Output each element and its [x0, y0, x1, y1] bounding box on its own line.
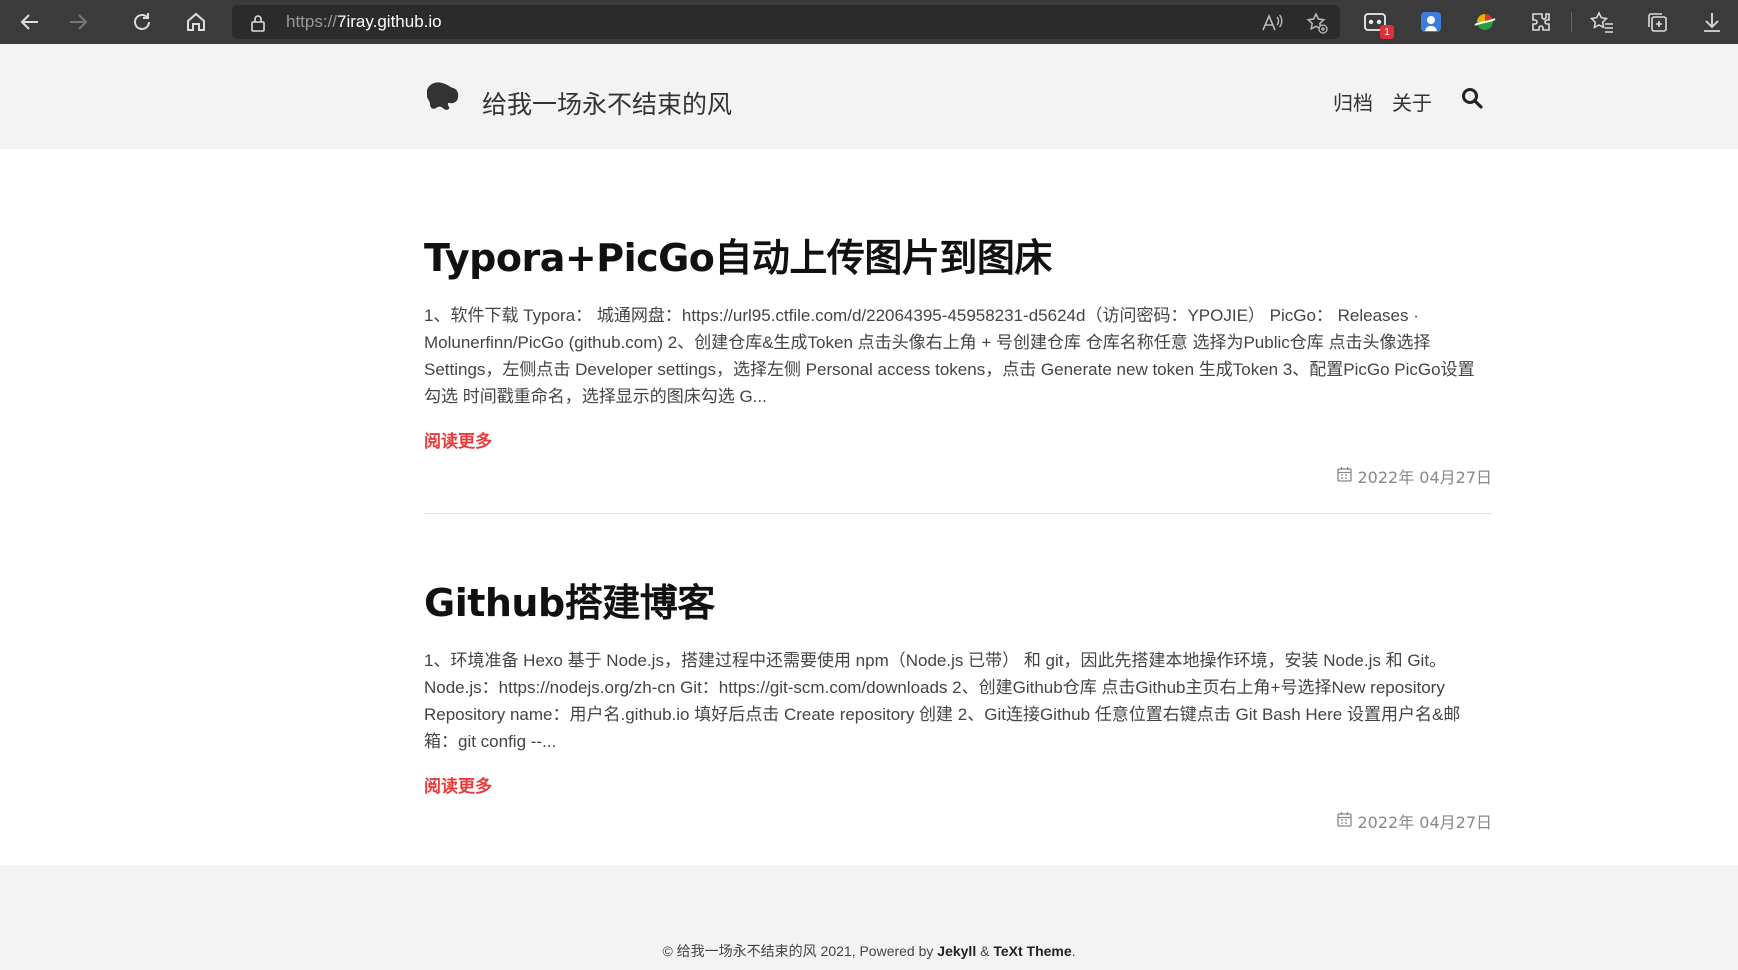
read-more-link[interactable]: 阅读更多	[424, 427, 1492, 452]
nav-about-link[interactable]: 关于	[1392, 87, 1432, 116]
footer-suffix: .	[1071, 943, 1076, 959]
url-text[interactable]: https://7iray.github.io	[286, 12, 442, 32]
post-excerpt: 1、软件下载 Typora： 城通网盘：https://url95.ctfile…	[424, 306, 1475, 406]
footer-amp: &	[976, 943, 994, 959]
refresh-icon[interactable]	[126, 6, 158, 38]
downloads-icon[interactable]	[1697, 7, 1727, 37]
color-extension-icon[interactable]	[1470, 7, 1500, 37]
add-favorite-icon[interactable]	[1305, 11, 1329, 35]
collections-icon[interactable]	[1642, 7, 1672, 37]
post-excerpt: 1、环境准备 Hexo 基于 Node.js，搭建过程中还需要使用 npm（No…	[424, 651, 1461, 751]
home-icon[interactable]	[180, 6, 212, 38]
url-scheme: https://	[286, 12, 338, 31]
post-list: Typora+PicGo自动上传图片到图床 1、软件下载 Typora： 城通网…	[0, 149, 1738, 865]
favorites-icon[interactable]	[1587, 7, 1617, 37]
site-footer: © 给我一场永不结束的风 2021, Powered by Jekyll & T…	[0, 865, 1738, 970]
forward-icon[interactable]	[62, 6, 94, 38]
site-title[interactable]: 给我一场永不结束的风	[482, 85, 732, 121]
site-logo-icon[interactable]	[424, 80, 460, 118]
lock-icon[interactable]	[250, 14, 266, 36]
site-header: 给我一场永不结束的风 归档 关于	[0, 44, 1738, 149]
jekyll-link[interactable]: Jekyll	[937, 943, 976, 959]
extensions-icon[interactable]	[1526, 7, 1556, 37]
browser-toolbar: https://7iray.github.io 1	[0, 0, 1738, 44]
footer-text: © 给我一场永不结束的风 2021, Powered by Jekyll & T…	[0, 941, 1738, 961]
address-bar[interactable]: https://7iray.github.io	[232, 5, 1340, 39]
post-date: 2022年 04月27日	[1337, 809, 1492, 833]
url-host: 7iray.github.io	[337, 12, 442, 31]
post-title-link[interactable]: Github搭建博客	[424, 572, 1492, 627]
profile-extension-icon[interactable]	[1416, 7, 1446, 37]
search-icon[interactable]	[1461, 87, 1483, 113]
theme-link[interactable]: TeXt Theme	[993, 943, 1071, 959]
post-date-text: 2022年 04月27日	[1357, 468, 1492, 487]
read-more-link[interactable]: 阅读更多	[424, 772, 1492, 797]
back-icon[interactable]	[14, 6, 46, 38]
post-divider	[424, 513, 1492, 514]
footer-copyright: © 给我一场永不结束的风 2021, Powered by	[662, 943, 938, 959]
post-date: 2022年 04月27日	[1337, 464, 1492, 488]
calendar-icon	[1337, 811, 1353, 831]
post-title-link[interactable]: Typora+PicGo自动上传图片到图床	[424, 227, 1492, 282]
read-aloud-icon[interactable]	[1260, 11, 1284, 35]
toolbar-separator	[1571, 12, 1572, 32]
post-item: Typora+PicGo自动上传图片到图床 1、软件下载 Typora： 城通网…	[424, 227, 1492, 487]
extension-badge: 1	[1380, 25, 1394, 39]
post-item: Github搭建博客 1、环境准备 Hexo 基于 Node.js，搭建过程中还…	[424, 572, 1492, 832]
post-date-text: 2022年 04月27日	[1357, 813, 1492, 832]
calendar-icon	[1337, 466, 1353, 486]
nav-archive-link[interactable]: 归档	[1333, 87, 1373, 116]
